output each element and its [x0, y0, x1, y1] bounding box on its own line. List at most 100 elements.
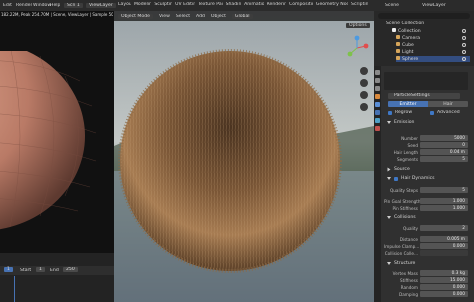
advanced-checkbox[interactable]: Advanced	[430, 110, 460, 115]
tab-shading[interactable]: Shading	[226, 2, 241, 10]
visibility-eye-icon[interactable]	[462, 36, 466, 40]
navigation-gizmo-icon[interactable]	[344, 35, 370, 61]
tab-compositing[interactable]: Compositing	[289, 2, 313, 10]
outliner-search-bar[interactable]	[378, 13, 470, 19]
menu-render[interactable]: Render	[16, 3, 32, 8]
tab-hair[interactable]: Hair	[428, 101, 468, 107]
tab-emitter[interactable]: Emitter	[388, 101, 428, 107]
type-tabs: Emitter Hair	[388, 101, 468, 107]
vertex-mass-field[interactable]: 0.3 kg	[420, 270, 468, 276]
collapse-arrow-icon	[387, 216, 391, 219]
view-layer-name[interactable]: ViewLayer	[422, 3, 446, 8]
emission-panel-header[interactable]: Emission	[382, 119, 472, 126]
tab-rendering[interactable]: Rendering	[267, 2, 286, 10]
menu-edit[interactable]: Edit	[3, 3, 12, 8]
camera-view-icon[interactable]	[360, 91, 368, 99]
end-frame-field[interactable]: 250	[63, 267, 78, 272]
checkbox-icon[interactable]	[394, 176, 398, 181]
options-button[interactable]: Options	[346, 23, 370, 28]
viewport-header: Object Mode View Select Add Object Globa…	[114, 11, 374, 21]
scene-collection-label[interactable]: Scene Collection	[386, 21, 424, 26]
visibility-eye-icon[interactable]	[462, 43, 466, 47]
physics-tab-icon[interactable]	[375, 118, 380, 123]
zoom-icon[interactable]	[360, 67, 368, 75]
visibility-eye-icon[interactable]	[462, 29, 466, 33]
render-tab-icon[interactable]	[375, 78, 380, 83]
pan-icon[interactable]	[360, 79, 368, 87]
outliner-item-cube[interactable]: Cube	[396, 42, 470, 48]
collision-quality-field[interactable]: 2	[420, 225, 468, 231]
collisions-title: Collisions	[394, 215, 416, 220]
pin-goal-field[interactable]: 1.000	[420, 198, 468, 204]
collapse-arrow-icon	[387, 262, 391, 265]
outliner-item-camera[interactable]: Camera	[396, 35, 470, 41]
outliner-item-sphere[interactable]: Sphere	[396, 56, 470, 62]
impulse-clamp-field[interactable]: 0.000	[420, 243, 468, 249]
scene-selector[interactable]: Scn 1	[64, 3, 83, 8]
tab-layout[interactable]: Layout	[118, 2, 131, 10]
seed-label: Seed	[407, 143, 418, 148]
regrow-checkbox[interactable]: Regrow	[388, 110, 412, 115]
tool-tab-icon[interactable]	[375, 70, 380, 75]
menu-window[interactable]: Window	[33, 3, 51, 8]
menu-view[interactable]: View	[159, 14, 170, 19]
particle-system-list[interactable]	[384, 72, 468, 90]
outliner-panel: Scene Collection Collection Camera Cube …	[374, 11, 474, 66]
impulse-clamp-label: Impulse Clamp...	[384, 244, 420, 249]
tab-geometry-nodes[interactable]: Geometry Nodes	[316, 2, 348, 10]
random-field[interactable]: 0.000	[420, 284, 468, 290]
view-layer-selector[interactable]: ViewLayer	[86, 3, 116, 8]
menu-object[interactable]: Object	[211, 14, 226, 19]
regrow-label: Regrow	[395, 110, 413, 115]
transform-orientation[interactable]: Global	[231, 13, 253, 19]
scene-name[interactable]: Scene	[385, 3, 399, 8]
segments-field[interactable]: 5	[420, 156, 468, 162]
stiffness-field[interactable]: 15.000	[420, 277, 468, 283]
outliner-item-light[interactable]: Light	[396, 49, 470, 55]
start-frame-field[interactable]: 1	[36, 267, 45, 272]
material-tab-icon[interactable]	[375, 126, 380, 131]
particle-settings-name[interactable]: ParticleSettings	[388, 93, 460, 99]
tab-sculpting[interactable]: Sculpting	[154, 2, 172, 10]
visibility-eye-icon[interactable]	[462, 50, 466, 54]
tab-texture-paint[interactable]: Texture Paint	[198, 2, 223, 10]
collisions-panel-header[interactable]: Collisions	[382, 214, 472, 221]
menu-select[interactable]: Select	[176, 14, 190, 19]
number-field[interactable]: 5000	[420, 135, 468, 141]
playhead[interactable]	[14, 276, 15, 302]
modifier-tab-icon[interactable]	[375, 102, 380, 107]
hair-length-field[interactable]: 0.04 m	[420, 149, 468, 155]
main-viewport[interactable]: Object Mode View Select Add Object Globa…	[114, 11, 374, 302]
outliner-item-collection[interactable]: Collection	[392, 28, 470, 34]
seed-field[interactable]: 0	[420, 142, 468, 148]
current-frame[interactable]: 1	[4, 267, 13, 272]
tab-uv-editing[interactable]: UV Editing	[175, 2, 195, 10]
advanced-label: Advanced	[437, 110, 460, 115]
mesh-icon	[396, 42, 400, 46]
visibility-eye-icon[interactable]	[462, 57, 466, 61]
collision-collection-field[interactable]	[420, 250, 468, 256]
collision-quality-label: Quality	[403, 226, 418, 231]
object-tab-icon[interactable]	[375, 94, 380, 99]
tab-modeling[interactable]: Modeling	[134, 2, 151, 10]
collision-distance-field[interactable]: 0.005 m	[420, 236, 468, 242]
tab-scripting[interactable]: Scripting	[351, 2, 368, 10]
structure-panel-header[interactable]: Structure	[382, 260, 472, 267]
perspective-toggle-icon[interactable]	[360, 103, 368, 111]
damping-label: Damping	[398, 292, 418, 297]
pin-stiffness-label: Pin Stiffness	[392, 206, 418, 211]
mode-selector[interactable]: Object Mode	[118, 13, 153, 19]
quality-steps-field[interactable]: 5	[420, 187, 468, 193]
output-tab-icon[interactable]	[375, 86, 380, 91]
menu-help[interactable]: Help	[50, 3, 60, 8]
segments-label: Segments	[396, 157, 418, 162]
hair-dynamics-panel-header[interactable]: Hair Dynamics	[382, 175, 472, 182]
left-render-view[interactable]: 182.22M, Peak 254.70M | Scene, ViewLayer…	[0, 11, 114, 253]
source-panel-header[interactable]: Source	[382, 166, 472, 173]
tab-animation[interactable]: Animation	[244, 2, 263, 10]
particles-tab-icon[interactable]	[375, 110, 380, 115]
menu-add[interactable]: Add	[196, 14, 205, 19]
low-poly-sphere-preview	[0, 51, 97, 230]
pin-stiffness-field[interactable]: 1.000	[420, 205, 468, 211]
damping-field[interactable]: 0.000	[420, 291, 468, 297]
